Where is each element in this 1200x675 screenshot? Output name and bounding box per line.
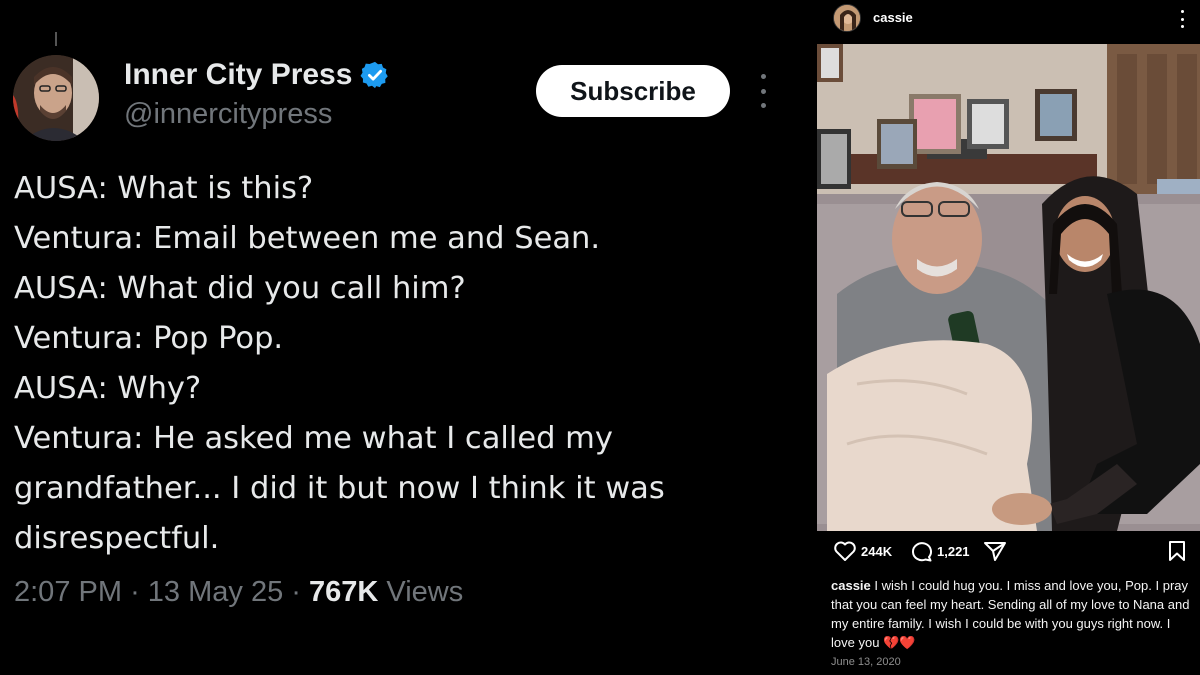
tweet-line: disrespectful. — [14, 521, 220, 556]
comments-count: 1,221 — [937, 543, 970, 559]
views-label: Views — [386, 576, 464, 608]
thread-line — [55, 32, 57, 46]
tweet-line: Ventura: Pop Pop. — [14, 321, 284, 356]
meta-separator: · — [130, 576, 140, 608]
subscribe-button[interactable]: Subscribe — [536, 65, 730, 117]
avatar[interactable] — [833, 4, 861, 32]
avatar-photo — [834, 5, 860, 31]
share-icon — [984, 542, 1006, 561]
avatar-photo — [13, 55, 99, 141]
tweet-line: AUSA: What did you call him? — [14, 271, 466, 306]
post-photo-image — [817, 44, 1200, 531]
avatar[interactable] — [13, 55, 99, 141]
views-count: 767K — [309, 576, 379, 608]
verified-badge-icon — [360, 61, 389, 89]
tweet-line: grandfather... I did it but now I think … — [14, 471, 665, 506]
caption-username[interactable]: cassie — [831, 578, 871, 593]
meta-separator: · — [291, 576, 301, 608]
tweet-card: Inner City Press @innercitypress Subscri… — [0, 0, 815, 675]
instagram-post: cassie 244K 1,221 cassie I wish I could … — [817, 0, 1200, 675]
tweet-time[interactable]: 2:07 PM — [14, 576, 122, 608]
more-options-icon[interactable] — [754, 74, 772, 108]
more-options-icon[interactable] — [1179, 10, 1185, 28]
tweet-line: AUSA: Why? — [14, 371, 202, 406]
caption-emoji: 💔❤️ — [883, 635, 916, 650]
post-header: cassie — [817, 0, 1200, 44]
post-actions: 244K 1,221 — [817, 540, 1200, 570]
post-caption: cassie I wish I could hug you. I miss an… — [831, 576, 1191, 652]
tweet-line: AUSA: What is this? — [14, 171, 314, 206]
bookmark-icon — [1169, 541, 1185, 561]
comment-action[interactable]: 1,221 — [909, 540, 970, 562]
save-action[interactable] — [1167, 540, 1187, 562]
tweet-meta: 2:07 PM · 13 May 25 · 767K Views — [14, 576, 463, 609]
post-photo[interactable] — [817, 44, 1200, 531]
comment-icon — [911, 542, 932, 562]
heart-icon — [834, 541, 856, 561]
post-username[interactable]: cassie — [873, 10, 913, 25]
author-handle[interactable]: @innercitypress — [124, 98, 332, 131]
post-date: June 13, 2020 — [831, 656, 901, 668]
tweet-text: AUSA: What is this? Ventura: Email betwe… — [14, 164, 804, 564]
display-name[interactable]: Inner City Press — [124, 58, 352, 92]
tweet-line: Ventura: He asked me what I called my — [14, 421, 613, 456]
author-name-row: Inner City Press — [124, 58, 390, 92]
tweet-date[interactable]: 13 May 25 — [148, 576, 283, 608]
tweet-line: Ventura: Email between me and Sean. — [14, 221, 601, 256]
share-action[interactable] — [983, 540, 1007, 562]
like-action[interactable]: 244K — [833, 540, 892, 562]
likes-count: 244K — [861, 543, 893, 559]
